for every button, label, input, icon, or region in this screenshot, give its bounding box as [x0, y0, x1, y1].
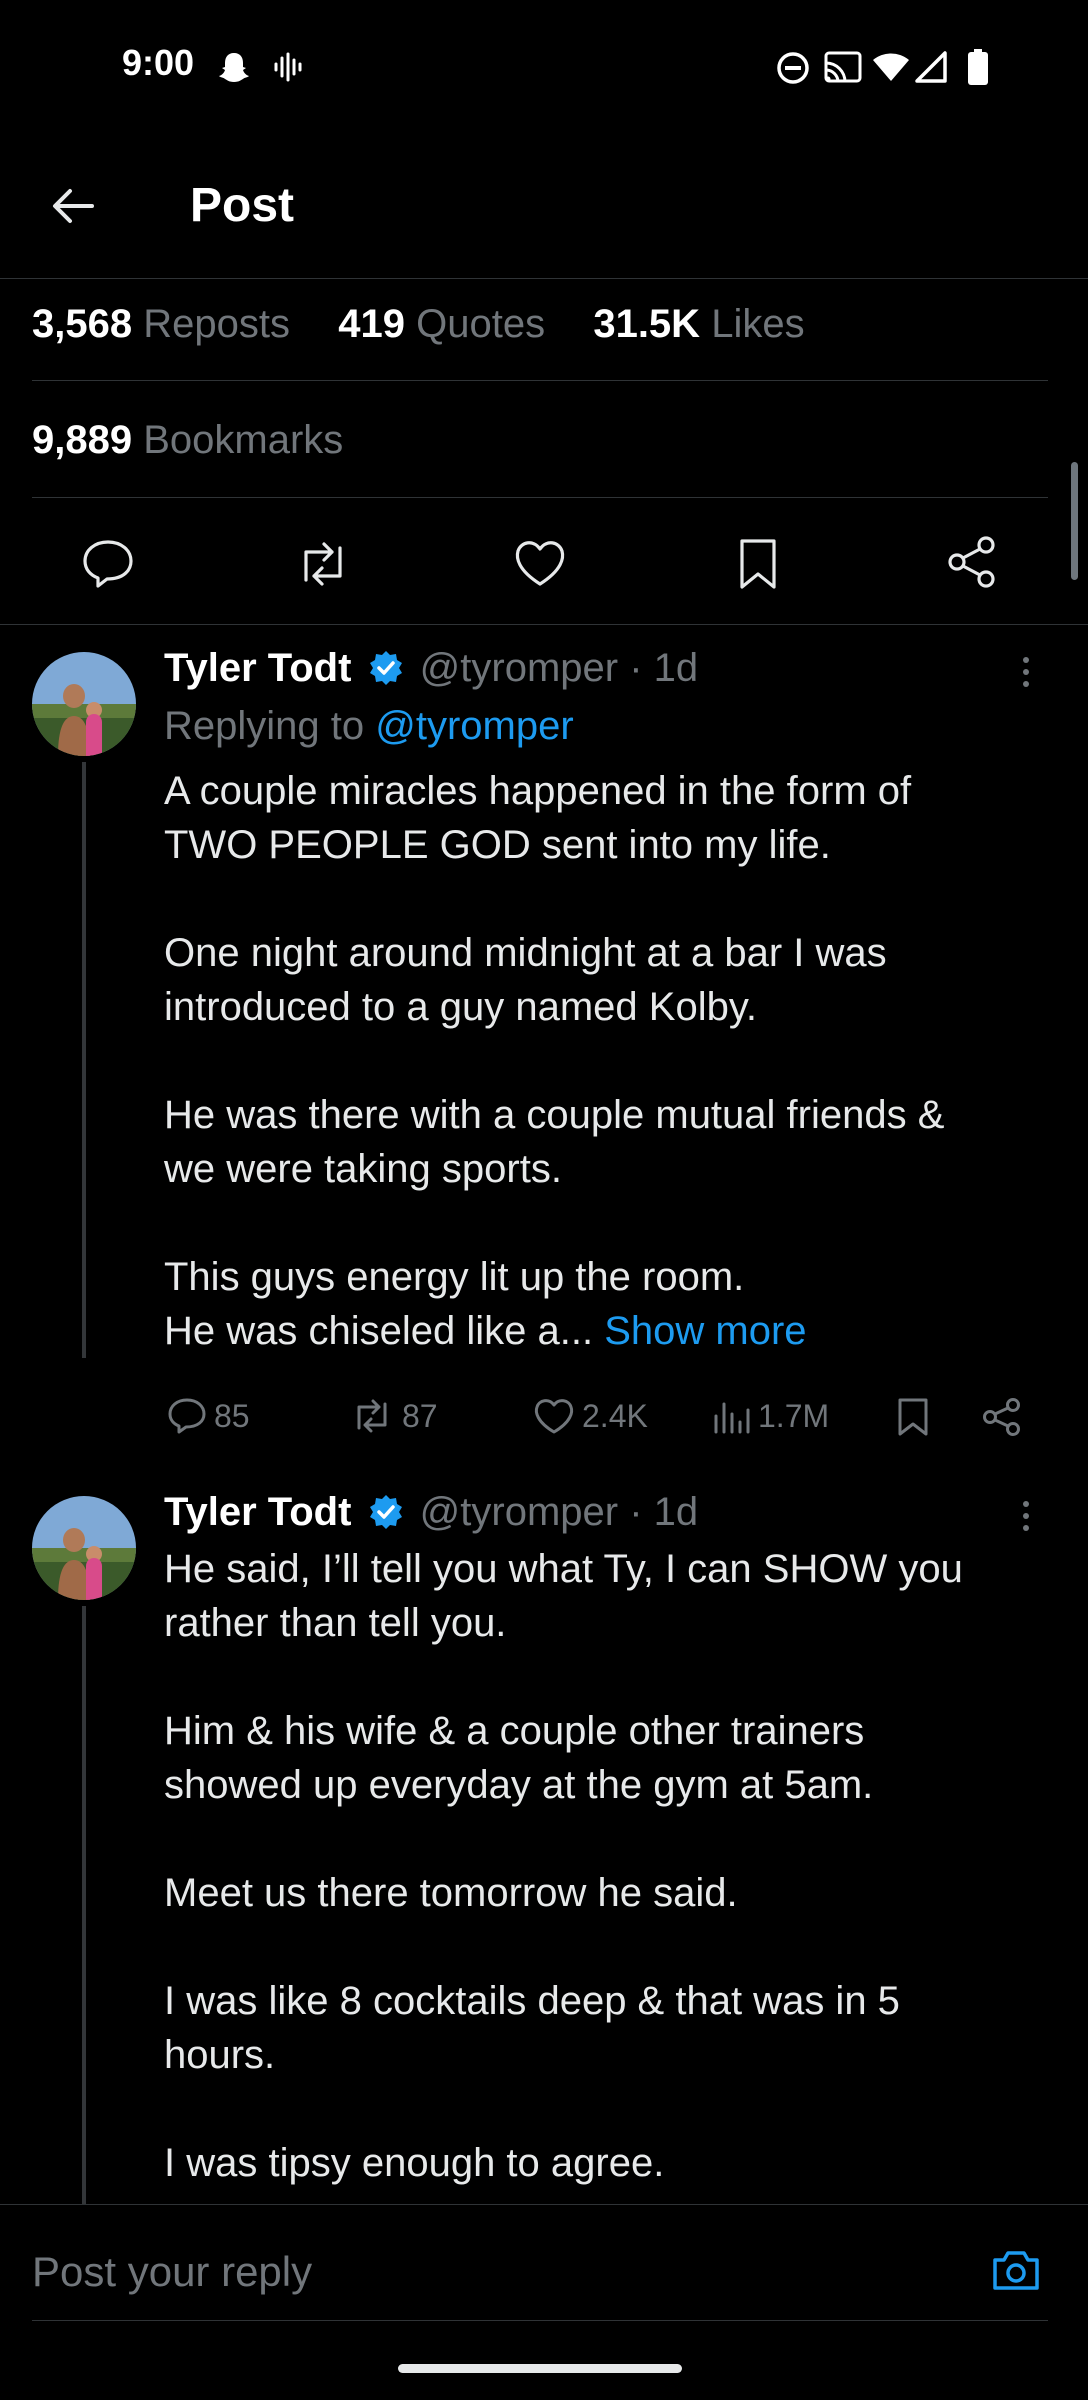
like-count: 2.4K — [582, 1397, 648, 1434]
replying-to: Replying to @tyromper — [164, 704, 574, 749]
status-time: 9:00 — [122, 42, 195, 83]
reply-text[interactable]: He said, I’ll tell you what Ty, I can SH… — [164, 1542, 1084, 2190]
bookmarks-label: Bookmarks — [143, 418, 344, 462]
reply-text[interactable]: A couple miracles happened in the form o… — [164, 764, 1084, 1358]
home-indicator[interactable] — [398, 2364, 682, 2373]
like-action[interactable]: 2.4K — [532, 1396, 648, 1436]
composer-underline — [32, 2320, 1048, 2321]
header-divider — [0, 278, 1088, 279]
likes-label: Likes — [711, 302, 805, 346]
bookmarks-count: 9,889 — [32, 418, 133, 462]
reply-body: He said, I’ll tell you what Ty, I can SH… — [164, 1547, 963, 2185]
audio-waveform-icon — [272, 52, 302, 82]
show-more-link[interactable]: Show more — [604, 1309, 806, 1353]
bookmark-icon[interactable] — [894, 1396, 932, 1438]
likes-count: 31.5K — [593, 302, 701, 346]
reply-input[interactable]: Post your reply — [32, 2248, 312, 2296]
verified-badge-icon — [367, 1493, 405, 1531]
composer-divider — [0, 2204, 1088, 2205]
camera-icon[interactable] — [990, 2246, 1042, 2294]
reply-icon[interactable] — [80, 536, 136, 590]
page-title: Post — [190, 179, 295, 232]
views-count: 1.7M — [758, 1397, 830, 1434]
reply-header: Tyler Todt @tyromper · 1d — [164, 1490, 698, 1535]
cell-signal-icon — [914, 50, 948, 84]
engagement-stats: 3,568 Reposts 419 Quotes 31.5K Likes — [32, 302, 805, 347]
verified-badge-icon — [367, 649, 405, 687]
quotes-count: 419 — [338, 302, 405, 346]
post-time: · 1d — [629, 646, 699, 690]
post-time: · 1d — [629, 1490, 699, 1534]
reply-header: Tyler Todt @tyromper · 1d — [164, 646, 698, 691]
thread-line — [82, 1606, 86, 2204]
cast-icon — [822, 50, 864, 86]
author-name[interactable]: Tyler Todt — [164, 646, 351, 690]
more-options-icon[interactable] — [1016, 1496, 1036, 1536]
share-icon[interactable] — [980, 1396, 1024, 1438]
snapchat-icon — [216, 50, 252, 86]
bookmarks-stat[interactable]: 9,889 Bookmarks — [32, 418, 343, 463]
bookmarks-divider — [32, 497, 1048, 498]
actions-divider — [0, 624, 1088, 625]
back-arrow-icon[interactable] — [48, 180, 100, 232]
author-handle[interactable]: @tyromper — [420, 646, 618, 690]
like-icon[interactable] — [512, 536, 568, 590]
replying-to-label: Replying to — [164, 704, 365, 748]
quotes-label: Quotes — [416, 302, 546, 346]
reply-count: 85 — [214, 1397, 250, 1434]
reposts-label: Reposts — [143, 302, 290, 346]
more-options-icon[interactable] — [1016, 652, 1036, 692]
repost-count: 87 — [402, 1397, 438, 1434]
stats-divider — [32, 380, 1048, 381]
thread-line — [82, 762, 86, 1358]
repost-action[interactable]: 87 — [348, 1396, 438, 1436]
author-handle[interactable]: @tyromper — [420, 1490, 618, 1534]
reposts-count: 3,568 — [32, 302, 133, 346]
views-action[interactable]: 1.7M — [710, 1396, 829, 1436]
reposts-stat[interactable]: 3,568 Reposts — [32, 302, 290, 346]
avatar[interactable] — [32, 652, 136, 756]
share-icon[interactable] — [944, 534, 1000, 590]
wifi-icon — [872, 52, 910, 82]
scrollbar[interactable] — [1071, 462, 1078, 580]
quotes-stat[interactable]: 419 Quotes — [338, 302, 545, 346]
do-not-disturb-icon — [776, 51, 810, 85]
reply-body: A couple miracles happened in the form o… — [164, 769, 945, 1353]
avatar[interactable] — [32, 1496, 136, 1600]
reply-action[interactable]: 85 — [166, 1396, 250, 1436]
likes-stat[interactable]: 31.5K Likes — [593, 302, 804, 346]
bookmark-icon[interactable] — [736, 536, 780, 592]
author-name[interactable]: Tyler Todt — [164, 1490, 351, 1534]
replying-to-handle[interactable]: @tyromper — [375, 704, 573, 748]
battery-icon — [967, 49, 989, 85]
repost-icon[interactable] — [292, 538, 354, 590]
